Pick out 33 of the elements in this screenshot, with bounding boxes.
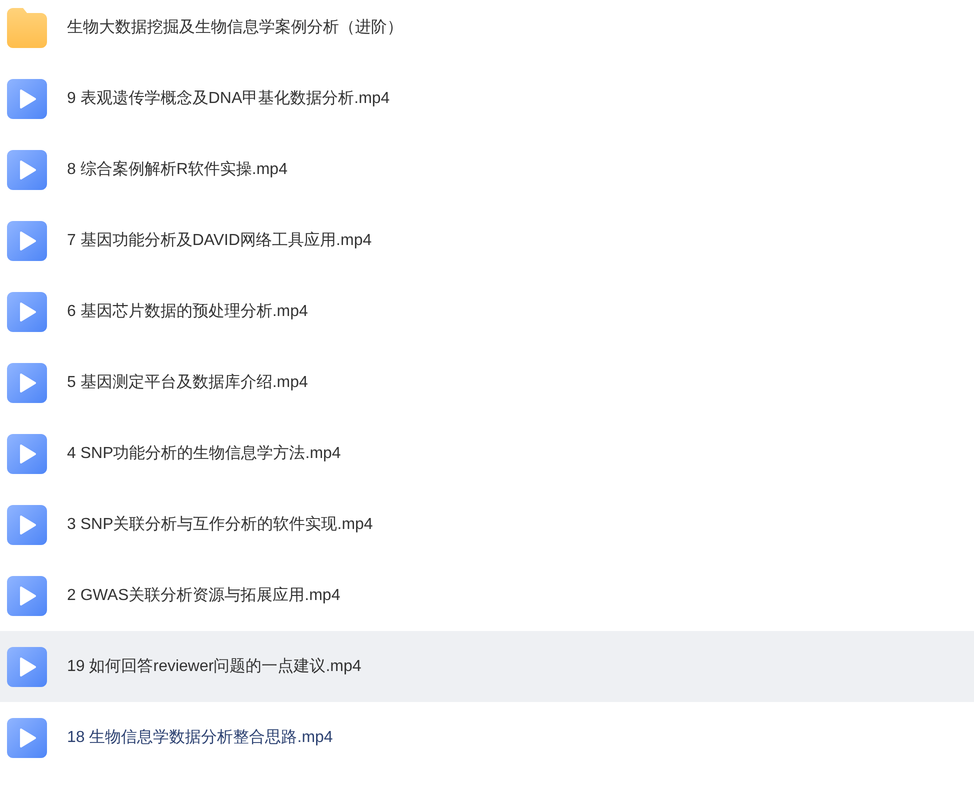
file-name: 9 表观遗传学概念及DNA甲基化数据分析.mp4 xyxy=(67,88,390,108)
video-file-icon xyxy=(7,220,47,260)
file-name: 2 GWAS关联分析资源与拓展应用.mp4 xyxy=(67,586,340,606)
file-row[interactable]: 生物大数据挖掘及生物信息学案例分析（进阶） xyxy=(0,0,974,63)
video-file-icon xyxy=(7,718,47,758)
file-row[interactable]: 19 如何回答reviewer问题的一点建议.mp4 xyxy=(0,631,974,702)
file-name: 7 基因功能分析及DAVID网络工具应用.mp4 xyxy=(67,230,372,250)
file-row[interactable]: 5 基因测定平台及数据库介绍.mp4 xyxy=(0,347,974,418)
video-file-icon xyxy=(7,292,47,332)
video-file-icon xyxy=(7,576,47,616)
file-row[interactable]: 9 表观遗传学概念及DNA甲基化数据分析.mp4 xyxy=(0,63,974,134)
folder-icon xyxy=(7,8,47,48)
file-name: 18 生物信息学数据分析整合思路.mp4 xyxy=(67,728,333,748)
file-name: 3 SNP关联分析与互作分析的软件实现.mp4 xyxy=(67,514,373,534)
video-file-icon xyxy=(7,504,47,544)
file-row[interactable]: 8 综合案例解析R软件实操.mp4 xyxy=(0,134,974,205)
file-row[interactable]: 2 GWAS关联分析资源与拓展应用.mp4 xyxy=(0,560,974,631)
file-name: 6 基因芯片数据的预处理分析.mp4 xyxy=(67,302,308,322)
file-name: 5 基因测定平台及数据库介绍.mp4 xyxy=(67,372,308,392)
file-row[interactable]: 4 SNP功能分析的生物信息学方法.mp4 xyxy=(0,418,974,489)
video-file-icon xyxy=(7,150,47,190)
file-row[interactable]: 6 基因芯片数据的预处理分析.mp4 xyxy=(0,276,974,347)
file-name: 19 如何回答reviewer问题的一点建议.mp4 xyxy=(67,656,362,676)
file-name: 4 SNP功能分析的生物信息学方法.mp4 xyxy=(67,444,341,464)
file-row[interactable]: 3 SNP关联分析与互作分析的软件实现.mp4 xyxy=(0,489,974,560)
file-row[interactable]: 18 生物信息学数据分析整合思路.mp4 xyxy=(0,702,974,773)
file-row[interactable]: 7 基因功能分析及DAVID网络工具应用.mp4 xyxy=(0,205,974,276)
file-name: 8 综合案例解析R软件实操.mp4 xyxy=(67,159,288,180)
video-file-icon xyxy=(7,362,47,402)
file-name: 生物大数据挖掘及生物信息学案例分析（进阶） xyxy=(67,17,403,38)
video-file-icon xyxy=(7,434,47,474)
video-file-icon xyxy=(7,78,47,118)
video-file-icon xyxy=(7,646,47,686)
